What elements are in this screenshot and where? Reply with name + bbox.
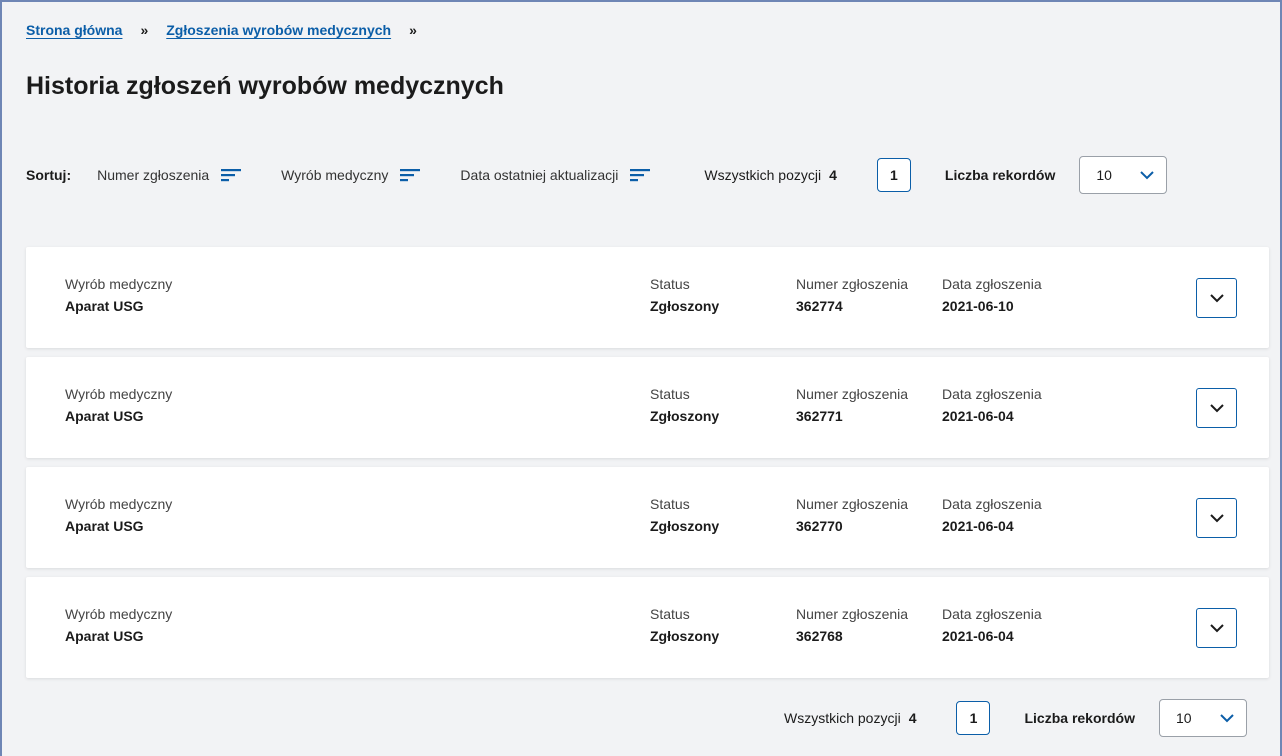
sort-label: Sortuj: xyxy=(26,167,72,183)
product-label: Wyrób medyczny xyxy=(65,386,173,402)
product-label: Wyrób medyczny xyxy=(65,606,173,622)
records-per-page-value: 10 xyxy=(1175,710,1192,726)
sort-by-number-button[interactable]: Numer zgłoszenia xyxy=(97,167,242,183)
total-count: Wszystkich pozycji 4 xyxy=(704,167,836,183)
report-date-label: Data zgłoszenia xyxy=(942,386,1042,402)
records-per-page-label: Liczba rekordów xyxy=(944,167,1056,183)
report-number-value: 362768 xyxy=(796,628,843,644)
report-number-value: 362770 xyxy=(796,518,843,534)
sort-option-label: Wyrób medyczny xyxy=(281,167,389,183)
product-label: Wyrób medyczny xyxy=(65,276,173,292)
report-date-field: Data zgłoszenia 2021-06-04 xyxy=(942,606,1042,644)
report-card: Wyrób medyczny Aparat USG Status Zgłoszo… xyxy=(26,357,1269,458)
total-value: 4 xyxy=(829,167,837,183)
status-field: Status Zgłoszony xyxy=(650,496,719,534)
chevron-down-icon xyxy=(1209,513,1224,522)
records-per-page-value: 10 xyxy=(1096,167,1112,183)
report-number-field: Numer zgłoszenia 362770 xyxy=(796,496,908,534)
sort-option-label: Data ostatniej aktualizacji xyxy=(460,167,619,183)
breadcrumb-home-link[interactable]: Strona główna xyxy=(26,22,122,38)
records-per-page-select[interactable]: 10 xyxy=(1158,699,1247,737)
total-label: Wszystkich pozycji xyxy=(704,167,822,183)
expand-card-button[interactable] xyxy=(1196,278,1237,318)
product-field: Wyrób medyczny Aparat USG xyxy=(65,386,172,424)
status-value: Zgłoszony xyxy=(650,298,720,314)
sort-by-product-button[interactable]: Wyrób medyczny xyxy=(281,167,421,183)
product-field: Wyrób medyczny Aparat USG xyxy=(65,606,172,644)
records-per-page-select[interactable]: 10 xyxy=(1079,156,1168,194)
chevron-down-icon xyxy=(1140,170,1155,179)
total-label: Wszystkich pozycji xyxy=(784,710,901,726)
report-date-value: 2021-06-04 xyxy=(942,628,1014,644)
product-value: Aparat USG xyxy=(65,408,144,424)
report-date-field: Data zgłoszenia 2021-06-04 xyxy=(942,386,1042,424)
chevron-down-icon xyxy=(1209,623,1224,632)
report-number-field: Numer zgłoszenia 362774 xyxy=(796,276,908,314)
report-number-field: Numer zgłoszenia 362771 xyxy=(796,386,908,424)
report-number-label: Numer zgłoszenia xyxy=(796,496,909,512)
page-1-button[interactable]: 1 xyxy=(876,158,911,192)
product-value: Aparat USG xyxy=(65,628,144,644)
product-field: Wyrób medyczny Aparat USG xyxy=(65,276,172,314)
report-number-label: Numer zgłoszenia xyxy=(796,276,909,292)
status-value: Zgłoszony xyxy=(650,408,720,424)
sort-option-label: Numer zgłoszenia xyxy=(97,167,210,183)
report-card: Wyrób medyczny Aparat USG Status Zgłoszo… xyxy=(26,577,1269,678)
expand-card-button[interactable] xyxy=(1196,498,1237,538)
status-field: Status Zgłoszony xyxy=(650,386,719,424)
report-card: Wyrób medyczny Aparat USG Status Zgłoszo… xyxy=(26,467,1269,568)
status-label: Status xyxy=(650,606,690,622)
report-date-field: Data zgłoszenia 2021-06-04 xyxy=(942,496,1042,534)
status-value: Zgłoszony xyxy=(650,628,720,644)
breadcrumb-separator: » xyxy=(140,22,149,38)
status-value: Zgłoszony xyxy=(650,518,720,534)
report-card: Wyrób medyczny Aparat USG Status Zgłoszo… xyxy=(26,247,1269,348)
sort-toolbar: Sortuj: Numer zgłoszenia Wyrób medyczny … xyxy=(26,155,1269,195)
product-label: Wyrób medyczny xyxy=(65,496,173,512)
report-date-value: 2021-06-10 xyxy=(942,298,1014,314)
report-date-field: Data zgłoszenia 2021-06-10 xyxy=(942,276,1042,314)
chevron-down-icon xyxy=(1220,713,1234,722)
breadcrumb-separator: » xyxy=(409,22,417,38)
report-number-field: Numer zgłoszenia 362768 xyxy=(796,606,908,644)
page-title: Historia zgłoszeń wyrobów medycznych xyxy=(26,72,504,100)
report-number-label: Numer zgłoszenia xyxy=(796,606,909,622)
chevron-down-icon xyxy=(1209,293,1224,302)
records-per-page-label: Liczba rekordów xyxy=(1024,710,1135,726)
report-date-value: 2021-06-04 xyxy=(942,408,1014,424)
report-number-label: Numer zgłoszenia xyxy=(796,386,909,402)
sort-lines-icon xyxy=(400,169,421,182)
status-label: Status xyxy=(650,386,690,402)
breadcrumb-section-link[interactable]: Zgłoszenia wyrobów medycznych xyxy=(166,22,391,38)
expand-card-button[interactable] xyxy=(1196,388,1237,428)
page-1-button[interactable]: 1 xyxy=(956,701,991,735)
breadcrumb: Strona główna » Zgłoszenia wyrobów medyc… xyxy=(26,22,435,38)
report-date-value: 2021-06-04 xyxy=(942,518,1014,534)
chevron-down-icon xyxy=(1209,403,1224,412)
total-count: Wszystkich pozycji 4 xyxy=(784,710,916,726)
sort-lines-icon xyxy=(630,169,651,182)
expand-card-button[interactable] xyxy=(1196,608,1237,648)
status-label: Status xyxy=(650,496,690,512)
sort-lines-icon xyxy=(221,169,242,182)
product-value: Aparat USG xyxy=(65,298,144,314)
report-date-label: Data zgłoszenia xyxy=(942,496,1042,512)
status-field: Status Zgłoszony xyxy=(650,606,719,644)
status-label: Status xyxy=(650,276,690,292)
sort-by-update-date-button[interactable]: Data ostatniej aktualizacji xyxy=(460,167,651,183)
report-number-value: 362771 xyxy=(796,408,843,424)
total-value: 4 xyxy=(908,710,917,726)
product-field: Wyrób medyczny Aparat USG xyxy=(65,496,172,534)
report-date-label: Data zgłoszenia xyxy=(942,606,1042,622)
report-date-label: Data zgłoszenia xyxy=(942,276,1042,292)
bottom-pagination: Wszystkich pozycji 4 1 Liczba rekordów 1… xyxy=(26,698,1269,738)
product-value: Aparat USG xyxy=(65,518,144,534)
report-number-value: 362774 xyxy=(796,298,843,314)
status-field: Status Zgłoszony xyxy=(650,276,719,314)
